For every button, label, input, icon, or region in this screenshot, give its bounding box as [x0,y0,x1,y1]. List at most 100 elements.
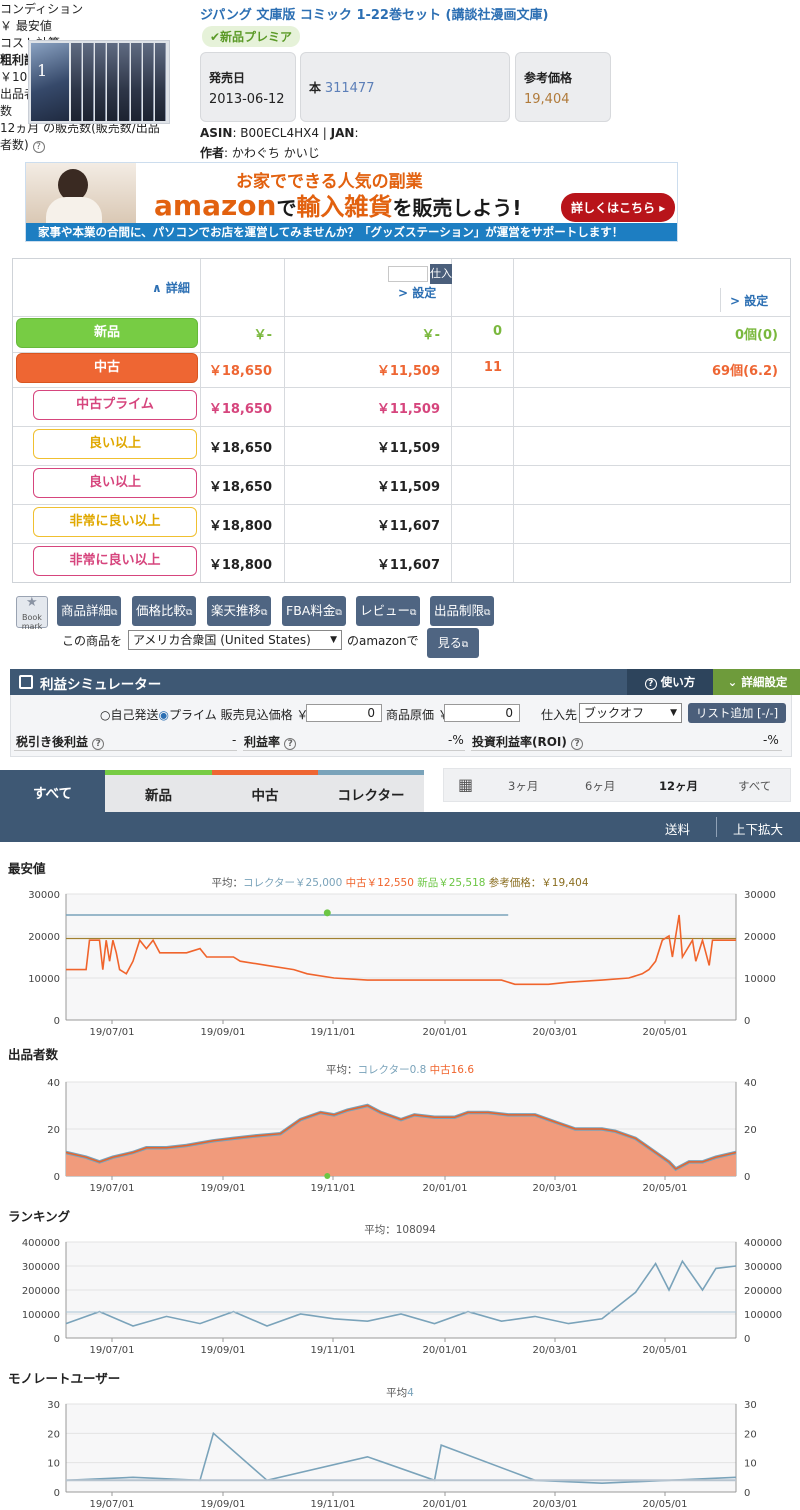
legend-entry: 108094 [396,1224,436,1236]
product-title[interactable]: ジパング 文庫版 コミック 1-22巻セット (講談社漫画文庫) [200,4,548,23]
cost-label: 商品原価 ￥ [386,708,450,722]
y-tick-label-right: 400000 [744,1238,782,1249]
condition-very-good-button[interactable]: 非常に良い以上 [33,507,197,537]
shipping-toggle[interactable]: 送料 [665,819,690,838]
data-point-新品 [323,909,331,917]
tab-used[interactable]: 中古 [212,770,318,812]
author-value[interactable]: かわぐち かいじ [232,146,320,160]
legend-entry: 中古￥12,550 [342,876,414,889]
y-tick-label: 20 [47,1125,60,1136]
external-link-icon: ⧉ [186,608,193,618]
tab-new[interactable]: 新品 [105,770,212,812]
y-tick-label: 400000 [22,1238,60,1249]
condition-new-button[interactable]: 新品 [16,318,198,348]
used-sales: 69個(6.2) [711,364,778,379]
good-price: ￥18,650 [208,441,272,456]
period-all[interactable]: すべて [738,778,771,794]
banner-detail-button[interactable]: 詳しくはこちら ▸ [561,193,676,222]
zoom-toggle[interactable]: 上下拡大 [733,819,783,838]
product-image[interactable]: 1 [28,40,170,124]
condition-good-prime-button[interactable]: 良い以上 [33,468,197,498]
asin-value[interactable]: B00ECL4HX4 [240,126,319,140]
x-tick-label: 19/07/01 [90,1183,135,1194]
y-tick-label: 30 [47,1400,60,1411]
detail-toggle[interactable]: ∧ 詳細 [152,279,190,296]
tab-collector[interactable]: コレクター [318,770,424,812]
rate-value: -% [448,733,464,747]
period-12m[interactable]: 12ヶ月 [659,778,698,794]
country-select[interactable]: アメリカ合衆国 (United States) ▼ [128,630,342,650]
lowest-price-chart[interactable]: 0 0 10000 10000 20000 20000 30000 30000 19/07/01… [0,870,800,1040]
users-chart[interactable]: 0 0 10 10 20 20 30 30 19/07/01 19/09/01 19/11/01 20… [0,1382,800,1510]
condition-very-good-prime-button[interactable]: 非常に良い以上 [33,546,197,576]
cost-button[interactable]: 仕入 [430,264,452,284]
listing-restriction-button[interactable]: 出品制限⧉ [430,596,495,626]
author-line: 作者: かわぐち かいじ [200,146,320,160]
ref-price-box: 参考価格 19,404 [515,52,611,122]
good-cost: ￥11,509 [376,441,440,456]
sell-price-input[interactable]: 0 [306,704,382,722]
price-compare-button[interactable]: 価格比較⧉ [132,596,197,626]
external-link-icon: ⧉ [335,608,342,618]
external-link-icon: ⧉ [410,608,417,618]
simulator-title: 利益シミュレーター [40,677,162,693]
fba-fee-button[interactable]: FBA料金⧉ [282,596,346,626]
y-tick-label: 40 [47,1078,60,1089]
x-tick-label: 20/03/01 [533,1345,578,1356]
rank-box: 本 311477 [300,52,510,122]
product-detail-button[interactable]: 商品詳細⧉ [57,596,122,626]
x-tick-label: 19/09/01 [201,1027,246,1038]
cost-value-input[interactable]: 0 [444,704,520,722]
sales-setting-link[interactable]: > 設定 [730,292,768,309]
chart-legend: 平均：108094 [364,1224,436,1236]
compare-prefix: この商品を [62,634,123,648]
sellers-chart[interactable]: 0 0 20 20 40 40 19/07/01 19/09/01 19/11/01 20/01/… [0,1058,800,1198]
ship-options[interactable]: ○自己発送◉プライム 販売見込価格 ￥ [100,706,308,723]
bookmark-button[interactable]: Book mark [16,596,48,631]
rate-label: 利益率 ? [244,733,297,750]
y-tick-label-right: 0 [744,1488,750,1499]
premium-badge: ✔新品プレミア [202,26,301,47]
y-tick-label-right: 40 [744,1078,757,1089]
y-tick-label-right: 20 [744,1125,757,1136]
x-tick-label: 19/09/01 [201,1499,246,1510]
category-label: 本 [309,81,322,95]
very-good-cost: ￥11,607 [376,519,440,534]
list-add-button[interactable]: リスト追加 [-/-] [688,703,786,723]
x-tick-label: 19/09/01 [201,1183,246,1194]
x-tick-label: 19/11/01 [311,1499,356,1510]
very-good-prime-price: ￥18,800 [208,558,272,573]
y-tick-label: 200000 [22,1286,60,1297]
x-tick-label: 19/07/01 [90,1345,135,1356]
y-tick-label-right: 10 [744,1459,757,1470]
condition-used-prime-button[interactable]: 中古プライム [33,390,197,420]
used-cost: ￥11,509 [376,364,440,379]
period-6m[interactable]: 6ヶ月 [585,778,615,794]
calendar-icon: ▦ [458,775,474,794]
supplier-select[interactable]: ブックオフ ▼ [579,703,682,723]
see-button[interactable]: 見る⧉ [427,628,479,658]
y-tick-label-right: 10000 [744,974,776,985]
x-tick-label: 20/05/01 [643,1499,688,1510]
y-tick-label: 0 [54,1016,60,1027]
tab-all[interactable]: すべて [0,770,105,812]
condition-good-button[interactable]: 良い以上 [33,429,197,459]
review-button[interactable]: レビュー⧉ [356,596,421,626]
ranking-chart[interactable]: 0 0 100000 100000 200000 200000 300000 300000 40… [0,1220,800,1360]
cost-input[interactable] [388,266,428,282]
banner-footer: 家事や本業の合間に、パソコンでお店を運営してみませんか？「グッズステーション」が… [26,223,677,241]
legend-prefix: 平均 [386,1387,407,1399]
ad-banner[interactable]: お家でできる人気の副業 amazonで輸入雑貨を販売しよう! 詳しくはこちら ▸… [25,162,678,242]
banner-person-image [26,163,136,225]
howto-button[interactable]: ? 使い方 [627,669,713,695]
detail-setting-button[interactable]: ⌄ 詳細設定 [713,669,800,695]
rakuten-trend-button[interactable]: 楽天推移⧉ [207,596,272,626]
used-prime-price: ￥18,650 [208,402,272,417]
chart-toolbar: 送料 上下拡大 [0,812,800,842]
period-3m[interactable]: 3ヶ月 [508,778,538,794]
used-prime-cost: ￥11,509 [376,402,440,417]
jan-label: JAN [330,126,355,140]
y-tick-label-right: 30 [744,1400,757,1411]
cost-setting-link[interactable]: > 設定 [398,284,436,301]
condition-used-button[interactable]: 中古 [16,353,198,383]
